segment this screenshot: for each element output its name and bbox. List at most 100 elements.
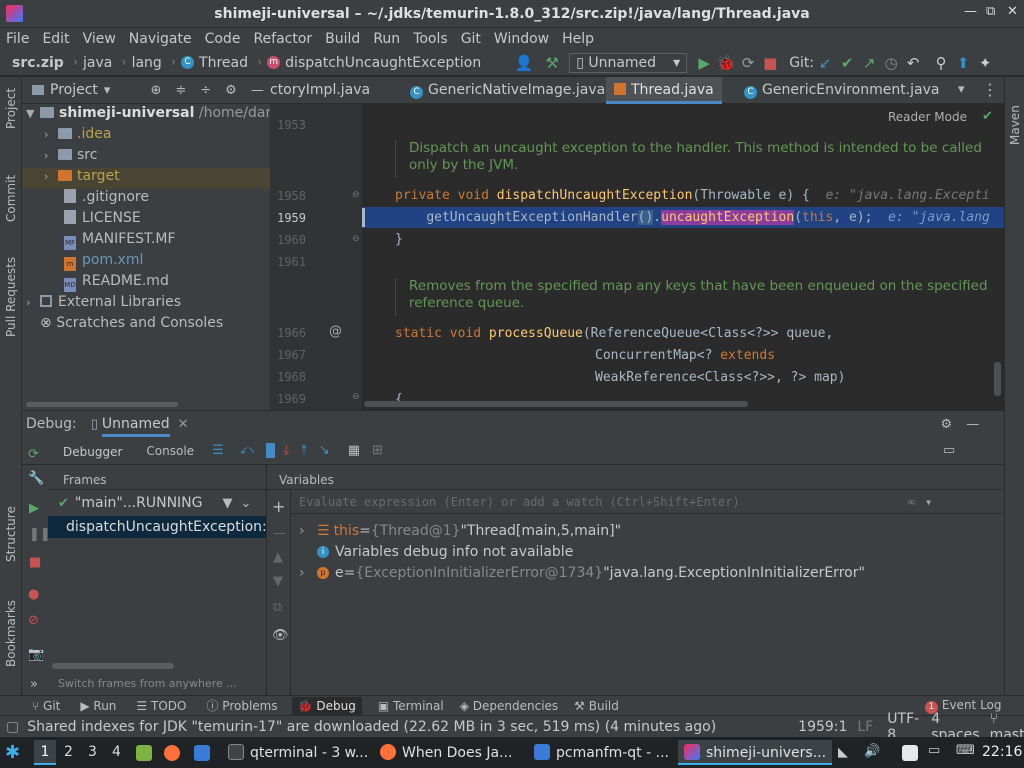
menu-window[interactable]: Window	[494, 31, 549, 47]
expand-arrow-icon[interactable]: ›	[299, 523, 317, 539]
files-launcher-icon[interactable]	[136, 745, 152, 761]
tree-item-target[interactable]: › target	[22, 168, 270, 189]
fold-icon[interactable]: ⊖	[352, 190, 360, 200]
tree-item-pom[interactable]: m pom.xml	[22, 252, 270, 273]
wrench-icon[interactable]: 🔧	[28, 471, 44, 486]
bookmarks-tool-tab[interactable]: Bookmarks	[4, 600, 18, 667]
evaluate-expression-field[interactable]: Evaluate expression (Enter) or add a wat…	[291, 490, 1004, 514]
close-icon[interactable]: ✕	[178, 417, 189, 432]
run-icon[interactable]: ▶	[693, 54, 715, 72]
more-options-icon[interactable]: ⋮	[982, 80, 998, 99]
problems-tool-button[interactable]: ⓘ Problems	[206, 697, 277, 714]
move-down-icon[interactable]: ▼	[273, 574, 283, 589]
menu-run[interactable]: Run	[373, 31, 400, 47]
breadcrumb-java[interactable]: java	[83, 55, 112, 71]
tree-item-src[interactable]: › src	[22, 147, 270, 168]
breadcrumb-thread[interactable]: Thread	[199, 55, 248, 71]
git-commit-icon[interactable]: ✔	[836, 54, 858, 72]
hide-icon[interactable]: —	[966, 417, 979, 432]
tab-console[interactable]: Console	[146, 444, 194, 458]
expand-all-icon[interactable]: ÷	[200, 83, 211, 98]
variable-row-e[interactable]: › p e = {ExceptionInInitializerError@173…	[291, 562, 1004, 583]
add-watch-icon[interactable]: +	[272, 497, 285, 516]
tabs-chevron-icon[interactable]: ▾	[958, 82, 965, 97]
menu-edit[interactable]: Edit	[42, 31, 69, 47]
menu-navigate[interactable]: Navigate	[129, 31, 192, 47]
firefox-launcher-icon[interactable]	[164, 745, 180, 761]
menu-build[interactable]: Build	[325, 31, 360, 47]
editor-horizontal-scrollbar[interactable]	[364, 401, 748, 407]
update-icon[interactable]: ⬆	[952, 54, 974, 72]
tree-root[interactable]: ▼ shimeji-universal /home/dartz	[22, 105, 284, 126]
expand-arrow-icon[interactable]: ›	[299, 565, 317, 581]
breadcrumb-method[interactable]: dispatchUncaughtException	[285, 55, 481, 71]
duplicate-icon[interactable]: ⧉	[273, 600, 282, 615]
tab-debugger[interactable]: Debugger	[63, 439, 122, 463]
tab-thread[interactable]: Thread.java	[606, 77, 722, 104]
camera-icon[interactable]: 📷	[28, 647, 44, 662]
stop-icon[interactable]: ■	[29, 555, 41, 570]
run-tool-button[interactable]: ▶ Run	[80, 699, 116, 713]
debug-tool-button[interactable]: 🐞 Debug	[291, 696, 362, 715]
line-separator[interactable]: LF	[857, 719, 873, 735]
minimize-icon[interactable]: —	[964, 4, 977, 19]
stack-frame-item[interactable]: dispatchUncaughtException:19	[48, 516, 266, 538]
code-editor[interactable]: Reader Mode ✔ Dispatch an uncaught excep…	[362, 104, 1004, 410]
chevron-down-icon[interactable]: ▾	[104, 83, 111, 98]
task-pcmanfm[interactable]: pcmanfm-qt - ...	[528, 740, 675, 765]
debug-icon[interactable]: 🐞	[715, 54, 737, 72]
task-intellij[interactable]: shimeji-univers...	[678, 740, 833, 765]
volume-icon[interactable]: 🔊	[864, 744, 880, 759]
fold-icon[interactable]: ⊖	[352, 234, 360, 244]
step-over-icon[interactable]: ⤓	[265, 443, 276, 458]
menu-lines-icon[interactable]: ☰	[212, 443, 224, 458]
eye-icon[interactable]: 👁	[272, 628, 289, 643]
chevron-down-icon[interactable]: ▾	[925, 495, 932, 509]
tab-factory-impl[interactable]: ctoryImpl.java	[262, 77, 378, 104]
commit-tool-tab[interactable]: Commit	[4, 175, 18, 222]
tree-item-manifest[interactable]: MF MANIFEST.MF	[22, 231, 270, 252]
reader-mode-button[interactable]: Reader Mode	[888, 110, 967, 124]
clipboard-icon[interactable]	[902, 745, 918, 761]
tab-generic-environment[interactable]: C GenericEnvironment.java	[736, 77, 947, 104]
task-firefox[interactable]: When Does Ja...	[374, 740, 518, 765]
terminal-tool-button[interactable]: ▣ Terminal	[378, 699, 444, 713]
inspection-ok-icon[interactable]: ✔	[982, 109, 993, 124]
close-icon[interactable]: ✕	[1007, 4, 1018, 19]
tree-item-gitignore[interactable]: .gitignore	[22, 189, 270, 210]
tree-item-license[interactable]: LICENSE	[22, 210, 270, 231]
layout-icon[interactable]: ▭	[943, 443, 955, 458]
breadcrumb-lang[interactable]: lang	[132, 55, 162, 71]
step-out-icon[interactable]: ⤒	[301, 443, 307, 458]
show-execution-point-icon[interactable]: ⤺	[240, 443, 254, 458]
desktop-2[interactable]: 2	[64, 744, 73, 760]
build-tool-button[interactable]: ⚒ Build	[574, 699, 619, 713]
menu-code[interactable]: Code	[205, 31, 241, 47]
desktop-1[interactable]: 1	[34, 740, 56, 765]
remove-icon[interactable]: —	[273, 526, 286, 541]
git-update-icon[interactable]: ↙	[814, 54, 836, 72]
menu-file[interactable]: File	[6, 31, 29, 47]
gear-icon[interactable]: ⚙	[225, 83, 237, 98]
tab-generic-native-image[interactable]: C GenericNativeImage.java	[402, 77, 613, 104]
horizontal-scrollbar[interactable]	[26, 402, 178, 407]
desktop-3[interactable]: 3	[88, 744, 97, 760]
structure-tool-tab[interactable]: Structure	[4, 506, 18, 562]
dependencies-tool-button[interactable]: ◈ Dependencies	[460, 699, 558, 713]
search-icon[interactable]: ⚲	[930, 54, 952, 72]
coverage-icon[interactable]: ⟳	[737, 54, 759, 72]
tree-item-external-libraries[interactable]: › External Libraries	[22, 294, 270, 315]
pull-requests-tool-tab[interactable]: Pull Requests	[4, 257, 18, 337]
glasses-icon[interactable]: ∞	[908, 495, 915, 509]
network-icon[interactable]: ◣	[838, 745, 848, 760]
frames-scrollbar[interactable]	[52, 663, 174, 669]
user-icon[interactable]: 👤	[513, 54, 535, 72]
tree-item-readme[interactable]: MD README.md	[22, 273, 270, 294]
run-to-cursor-icon[interactable]: ↘	[319, 443, 330, 458]
task-qterminal[interactable]: qterminal - 3 w...	[222, 740, 374, 765]
gear-icon[interactable]: ⚙	[941, 417, 953, 432]
maven-tool-tab[interactable]: Maven	[1008, 105, 1022, 145]
debug-session-tab[interactable]: Unnamed	[101, 412, 170, 437]
display-icon[interactable]: ▭	[928, 743, 940, 758]
stop-icon[interactable]: ■	[759, 54, 781, 72]
